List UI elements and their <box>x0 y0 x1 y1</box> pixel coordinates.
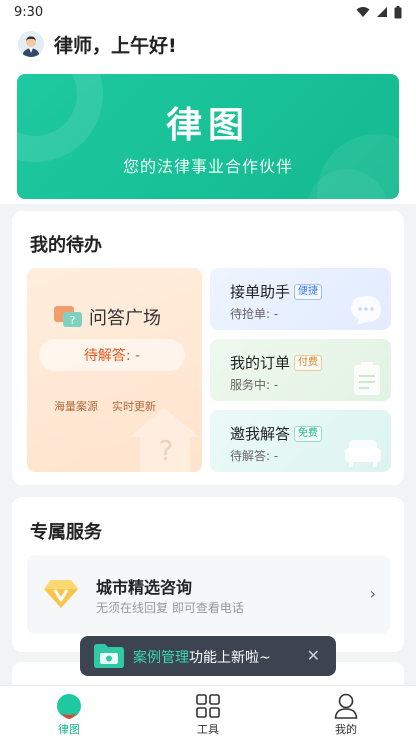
feature-toast[interactable]: 案例管理功能上新啦~ ✕ <box>80 636 336 676</box>
qa-pending-status: 待解答: - <box>39 339 185 371</box>
order-assistant-card[interactable]: 接单助手 便捷 待抢单: - <box>210 268 391 330</box>
qa-title: 问答广场 <box>89 308 161 329</box>
qa-tags: 海量案源 实时更新 <box>54 398 156 414</box>
paid-badge: 付费 <box>294 354 323 371</box>
clipboard-icon <box>354 362 380 395</box>
tab-tools[interactable]: 工具 <box>168 692 248 738</box>
svg-text:?: ? <box>159 434 174 467</box>
tab-home-label: 律图 <box>58 723 80 736</box>
toast-text: 案例管理功能上新啦~ <box>133 647 271 667</box>
city-consult-subtitle: 无须在线回复 即可查看电话 <box>96 601 244 615</box>
wifi-icon <box>356 7 370 17</box>
city-consult-title: 城市精选咨询 <box>96 578 193 597</box>
signal-icon <box>377 7 387 17</box>
service-title: 专属服务 <box>30 522 102 543</box>
greeting-header: 律师，上午好! <box>0 24 416 64</box>
banner-title: 律图 <box>165 105 250 146</box>
convenient-badge: 便捷 <box>294 283 323 300</box>
qa-plaza-card[interactable]: ? ? 问答广场 待解答: - 海量案源 实时更新 <box>27 268 202 472</box>
city-consult-item[interactable]: 城市精选咨询 无须在线回复 即可查看电话 › <box>27 555 390 634</box>
battery-icon <box>394 5 402 18</box>
banner-subtitle: 您的法律事业合作伙伴 <box>122 157 293 176</box>
status-time: 9:30 <box>14 4 44 20</box>
invite-answer-status: 待解答: - <box>230 449 279 463</box>
lawyer-avatar-icon <box>18 31 44 57</box>
todo-card: 我的待办 ? ? 问答广场 待解答: - 海量案源 实时更新 接单助手 便捷 待… <box>12 211 404 485</box>
qa-tag: 实时更新 <box>112 400 156 413</box>
exclusive-service-card: 专属服务 城市精选咨询 无须在线回复 即可查看电话 › <box>12 497 404 652</box>
my-orders-status: 服务中: - <box>230 378 279 392</box>
qa-title-row: ? 问答广场 <box>53 304 161 330</box>
brand-banner[interactable]: 律图 您的法律事业合作伙伴 <box>17 74 399 199</box>
order-assistant-status: 待抢单: - <box>230 307 279 321</box>
order-assistant-title: 接单助手 <box>230 283 291 301</box>
diamond-badge-icon <box>44 580 78 608</box>
svg-text:?: ? <box>70 314 76 327</box>
chat-bubble-icon <box>351 296 381 325</box>
todo-title: 我的待办 <box>30 235 102 256</box>
my-orders-card[interactable]: 我的订单 付费 服务中: - <box>210 339 391 401</box>
tab-profile[interactable]: 我的 <box>306 692 386 738</box>
grid-icon <box>196 694 220 718</box>
tab-home[interactable]: 律图 <box>29 692 109 738</box>
bottom-tab-bar: 律图 工具 我的 <box>0 685 416 741</box>
tab-profile-label: 我的 <box>335 723 357 736</box>
user-icon <box>334 693 358 719</box>
invite-answer-title: 邀我解答 <box>230 425 291 443</box>
status-bar: 9:30 <box>0 0 416 24</box>
folder-icon <box>94 644 124 668</box>
free-badge: 免费 <box>294 425 323 442</box>
chevron-right-icon: › <box>369 584 376 603</box>
my-orders-title: 我的订单 <box>230 354 291 372</box>
avatar[interactable] <box>18 31 44 57</box>
sofa-icon <box>345 440 381 467</box>
chat-bubbles-icon: ? <box>54 306 82 327</box>
greeting-text: 律师，上午好! <box>54 34 177 57</box>
qa-tag: 海量案源 <box>54 400 98 413</box>
home-logo-icon <box>57 694 81 719</box>
close-icon[interactable]: ✕ <box>307 646 320 665</box>
toast-message: 功能上新啦~ <box>189 650 271 666</box>
status-icons <box>356 5 402 19</box>
toast-highlight[interactable]: 案例管理 <box>133 650 189 666</box>
tab-tools-label: 工具 <box>197 723 219 736</box>
invite-answer-card[interactable]: 邀我解答 免费 待解答: - <box>210 410 391 472</box>
